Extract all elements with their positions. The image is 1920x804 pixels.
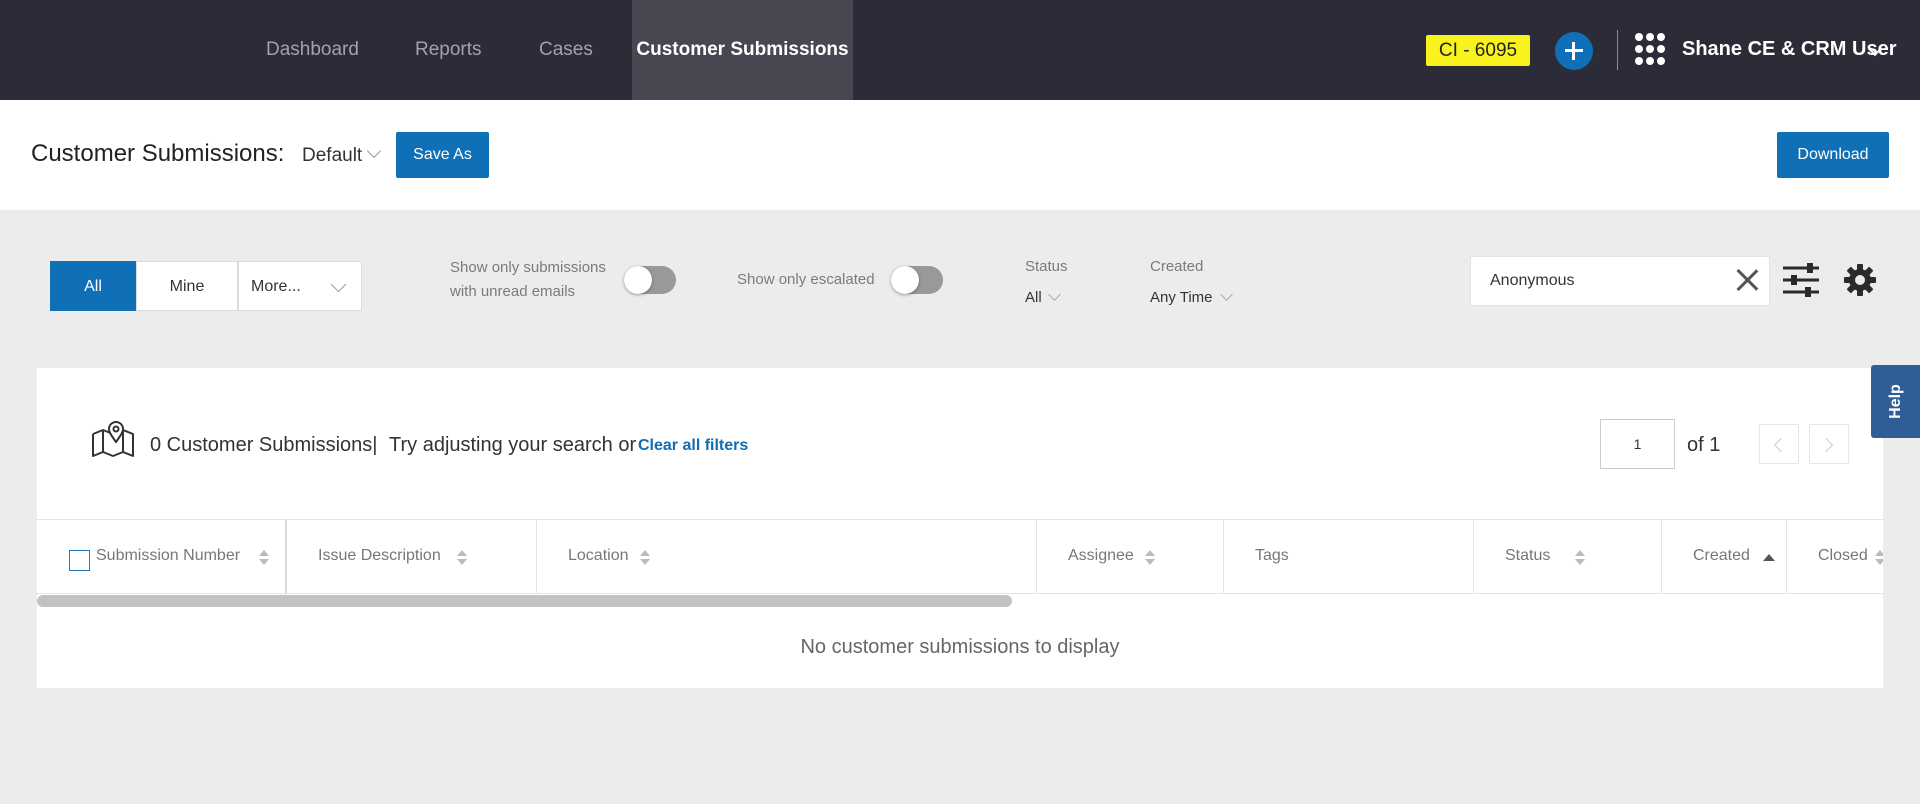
column-tags[interactable]: Tags	[1224, 520, 1474, 593]
created-filter-label: Created	[1150, 258, 1204, 275]
next-page-button[interactable]	[1809, 424, 1849, 464]
column-created[interactable]: Created	[1662, 520, 1787, 593]
page-number-input[interactable]: 1	[1600, 419, 1675, 469]
column-label[interactable]: Closed	[1818, 547, 1868, 565]
sort-icon[interactable]	[1575, 550, 1585, 566]
filter-sliders-icon[interactable]	[1781, 262, 1821, 298]
map-pin-icon	[92, 421, 134, 457]
ci-badge: CI - 6095	[1426, 35, 1530, 66]
select-all-checkbox[interactable]	[69, 550, 90, 571]
unread-emails-label: Show only submissions	[450, 259, 606, 276]
sort-icon[interactable]	[1145, 550, 1155, 566]
created-filter-dropdown[interactable]: Any Time	[1150, 289, 1213, 306]
sort-ascending-icon[interactable]	[1763, 554, 1775, 561]
table-header-row: Submission Number Issue Description Loca…	[37, 519, 1883, 594]
help-label[interactable]: Help	[1859, 377, 1920, 426]
nav-dashboard[interactable]: Dashboard	[266, 0, 359, 100]
escalated-toggle[interactable]	[891, 266, 943, 294]
column-label[interactable]: Status	[1505, 547, 1550, 565]
column-submission-number[interactable]: Submission Number	[37, 520, 287, 593]
filter-all-tab[interactable]: All	[50, 261, 136, 311]
chevron-down-icon[interactable]	[1220, 288, 1233, 301]
sort-icon[interactable]	[1875, 550, 1883, 566]
column-assignee[interactable]: Assignee	[1037, 520, 1224, 593]
page-title: Customer Submissions:	[31, 140, 285, 167]
result-count: 0 Customer Submissions|	[150, 434, 378, 456]
status-filter-dropdown[interactable]: All	[1025, 289, 1042, 306]
filter-mine-tab[interactable]: Mine	[136, 261, 238, 311]
column-label[interactable]: Issue Description	[318, 547, 441, 565]
search-input-value[interactable]: Anonymous	[1490, 272, 1575, 290]
escalated-label: Show only escalated	[737, 271, 875, 288]
page-header	[0, 100, 1920, 210]
add-new-button[interactable]	[1555, 32, 1593, 70]
column-label[interactable]: Tags	[1255, 547, 1289, 565]
download-button[interactable]: Download	[1777, 132, 1889, 178]
nav-divider	[1617, 30, 1618, 70]
settings-gear-icon[interactable]	[1843, 263, 1877, 297]
app-launcher-icon[interactable]	[1635, 33, 1665, 66]
clear-search-icon[interactable]	[1733, 266, 1761, 294]
unread-emails-label-2: with unread emails	[450, 283, 576, 300]
nav-cases[interactable]: Cases	[539, 0, 593, 100]
column-label[interactable]: Created	[1693, 547, 1750, 565]
nav-customer-submissions[interactable]: Customer Submissions	[632, 0, 853, 100]
page-total: of 1	[1687, 434, 1721, 456]
search-input[interactable]: Anonymous	[1470, 256, 1770, 306]
chevron-right-icon	[1818, 437, 1834, 453]
view-selector[interactable]: Default	[302, 145, 362, 167]
chevron-left-icon	[1773, 437, 1789, 453]
empty-state-message: No customer submissions to display	[800, 636, 1120, 658]
previous-page-button[interactable]	[1759, 424, 1799, 464]
horizontal-scrollbar[interactable]	[37, 595, 1012, 607]
top-navigation-bar: Dashboard Reports Cases Customer Submiss…	[0, 0, 1920, 100]
unread-emails-toggle[interactable]	[624, 266, 676, 294]
column-label[interactable]: Assignee	[1068, 547, 1134, 565]
result-hint: Try adjusting your search or	[389, 434, 637, 456]
user-menu[interactable]: Shane CE & CRM User	[1682, 38, 1897, 61]
column-status[interactable]: Status	[1474, 520, 1662, 593]
column-location[interactable]: Location	[537, 520, 1037, 593]
nav-reports[interactable]: Reports	[415, 0, 482, 100]
status-filter-label: Status	[1025, 258, 1068, 275]
column-label[interactable]: Location	[568, 547, 629, 565]
chevron-down-icon[interactable]	[1048, 288, 1061, 301]
save-as-button[interactable]: Save As	[396, 132, 489, 178]
column-issue-description[interactable]: Issue Description	[287, 520, 537, 593]
sort-icon[interactable]	[259, 550, 269, 566]
sort-icon[interactable]	[640, 550, 650, 566]
sort-icon[interactable]	[457, 550, 467, 566]
help-tab[interactable]: Help	[1871, 365, 1920, 438]
clear-all-filters-link[interactable]: Clear all filters	[638, 437, 748, 455]
column-closed[interactable]: Closed	[1787, 520, 1883, 593]
column-label[interactable]: Submission Number	[96, 547, 240, 565]
